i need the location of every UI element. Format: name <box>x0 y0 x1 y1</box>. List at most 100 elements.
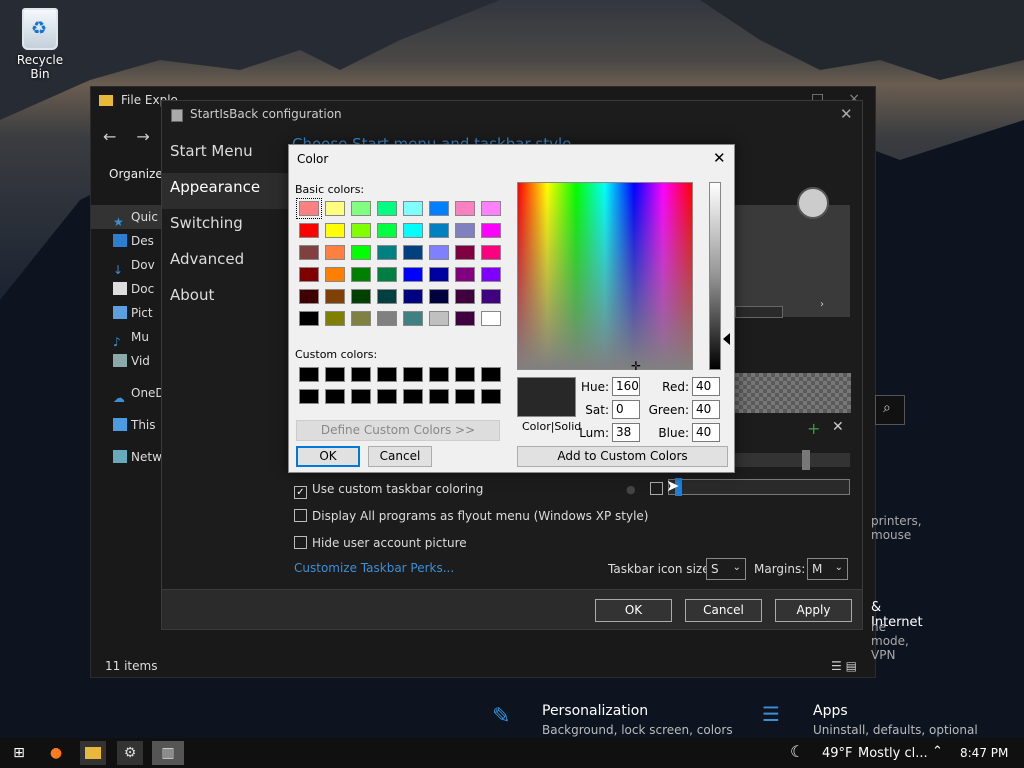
basic-color-swatch[interactable] <box>377 311 397 326</box>
basic-color-swatch[interactable] <box>377 201 397 216</box>
custom-color-swatch[interactable] <box>429 389 449 404</box>
basic-color-swatch[interactable] <box>455 201 475 216</box>
windows-start-icon[interactable]: ⊞ <box>6 741 32 765</box>
basic-color-swatch[interactable] <box>481 289 501 304</box>
sat-input[interactable]: 0 <box>612 400 640 419</box>
cancel-button[interactable]: Cancel <box>368 446 432 467</box>
basic-color-swatch[interactable] <box>299 289 319 304</box>
basic-color-swatch[interactable] <box>299 223 319 238</box>
basic-color-swatch[interactable] <box>377 245 397 260</box>
basic-color-swatch[interactable] <box>377 289 397 304</box>
basic-color-swatch[interactable] <box>481 245 501 260</box>
color-dialog[interactable]: Color ✕ Basic colors: Custom colors: Def… <box>288 144 735 473</box>
basic-color-swatch[interactable] <box>481 223 501 238</box>
basic-color-swatch[interactable] <box>325 201 345 216</box>
taskbar-color-slider[interactable] <box>668 478 850 496</box>
taskbar-icon-size-select[interactable]: S ⌄ <box>706 558 746 580</box>
checkbox-checked[interactable]: ✓ <box>294 486 307 499</box>
basic-color-swatch[interactable] <box>403 201 423 216</box>
basic-color-swatch[interactable] <box>351 245 371 260</box>
checkbox[interactable] <box>294 509 307 522</box>
hue-input[interactable]: 160 <box>612 377 640 396</box>
basic-color-swatch[interactable] <box>429 267 449 282</box>
chevron-up-icon[interactable]: ⌃ <box>932 744 943 759</box>
custom-color-swatch[interactable] <box>377 389 397 404</box>
luminance-bar[interactable] <box>709 182 721 370</box>
color-spectrum[interactable] <box>517 182 693 370</box>
luminance-arrow-icon[interactable] <box>723 333 730 345</box>
blue-input[interactable]: 40 <box>692 423 720 442</box>
basic-color-swatch[interactable] <box>429 289 449 304</box>
basic-color-swatch[interactable] <box>351 223 371 238</box>
clock-time[interactable]: 8:47 PM <box>960 746 1008 760</box>
apply-button[interactable]: Apply <box>775 599 852 622</box>
style-preview[interactable] <box>735 205 850 317</box>
basic-color-swatch[interactable] <box>455 267 475 282</box>
basic-color-swatch[interactable] <box>429 223 449 238</box>
basic-color-swatch[interactable] <box>351 267 371 282</box>
close-icon[interactable]: ✕ <box>713 149 726 167</box>
ok-button[interactable]: OK <box>296 446 360 467</box>
nav-start-menu[interactable]: Start Menu <box>162 137 289 173</box>
add-to-custom-colors-button[interactable]: Add to Custom Colors <box>517 446 728 467</box>
basic-color-swatch[interactable] <box>403 311 423 326</box>
basic-color-swatch[interactable] <box>403 267 423 282</box>
weather-temp[interactable]: 49°F <box>822 746 853 761</box>
remove-icon[interactable]: ✕ <box>832 419 844 435</box>
basic-color-swatch[interactable] <box>299 311 319 326</box>
custom-color-swatch[interactable] <box>403 389 423 404</box>
custom-color-swatch[interactable] <box>455 367 475 382</box>
basic-color-swatch[interactable] <box>429 311 449 326</box>
basic-color-swatch[interactable] <box>325 311 345 326</box>
basic-color-swatch[interactable] <box>403 245 423 260</box>
custom-color-swatch[interactable] <box>481 367 501 382</box>
basic-color-swatch[interactable] <box>351 311 371 326</box>
basic-color-swatch[interactable] <box>429 245 449 260</box>
basic-color-swatch[interactable] <box>455 223 475 238</box>
checkbox[interactable] <box>294 536 307 549</box>
basic-color-swatch[interactable] <box>455 311 475 326</box>
basic-color-swatch[interactable] <box>325 267 345 282</box>
firefox-icon[interactable]: ● <box>43 741 69 765</box>
weather-desc[interactable]: Mostly cl... <box>858 746 928 761</box>
custom-color-swatch[interactable] <box>325 389 345 404</box>
basic-color-swatch[interactable] <box>351 201 371 216</box>
option-custom-taskbar-coloring[interactable]: ✓ Use custom taskbar coloring <box>294 481 483 499</box>
basic-color-swatch[interactable] <box>455 245 475 260</box>
basic-color-swatch[interactable] <box>429 201 449 216</box>
custom-color-swatch[interactable] <box>351 367 371 382</box>
basic-color-swatch[interactable] <box>325 223 345 238</box>
basic-color-swatch[interactable] <box>299 245 319 260</box>
basic-color-swatch[interactable] <box>377 267 397 282</box>
settings-personalization[interactable]: Personalization Background, lock screen,… <box>542 703 733 737</box>
nav-appearance[interactable]: Appearance <box>162 173 289 209</box>
custom-color-swatch[interactable] <box>325 367 345 382</box>
cancel-button[interactable]: Cancel <box>685 599 762 622</box>
add-icon[interactable]: + <box>807 419 820 438</box>
basic-color-swatch[interactable] <box>403 223 423 238</box>
custom-color-swatch[interactable] <box>299 389 319 404</box>
custom-color-swatch[interactable] <box>429 367 449 382</box>
view-toggle-icons[interactable]: ☰ ▤ <box>831 659 857 673</box>
basic-color-swatch[interactable] <box>299 267 319 282</box>
custom-color-swatch[interactable] <box>299 367 319 382</box>
basic-color-swatch[interactable] <box>351 289 371 304</box>
nav-arrows[interactable]: ←→ <box>103 127 170 146</box>
custom-color-swatch[interactable] <box>351 389 371 404</box>
recycle-bin-icon[interactable]: Recycle Bin <box>6 8 74 81</box>
basic-color-swatch[interactable] <box>403 289 423 304</box>
taskbar-color-swatch[interactable] <box>650 482 663 495</box>
slider-thumb[interactable] <box>802 450 810 470</box>
define-custom-colors-button[interactable]: Define Custom Colors >> <box>296 420 500 441</box>
green-input[interactable]: 40 <box>692 400 720 419</box>
close-icon[interactable]: ✕ <box>840 105 853 123</box>
custom-color-swatch[interactable] <box>481 389 501 404</box>
custom-color-swatch[interactable] <box>403 367 423 382</box>
organize-button[interactable]: Organize <box>109 167 163 181</box>
red-input[interactable]: 40 <box>692 377 720 396</box>
nav-advanced[interactable]: Advanced <box>162 245 289 281</box>
option-flyout-menu[interactable]: Display All programs as flyout menu (Win… <box>294 508 648 524</box>
custom-color-swatch[interactable] <box>377 367 397 382</box>
ok-button[interactable]: OK <box>595 599 672 622</box>
option-hide-user-picture[interactable]: Hide user account picture <box>294 535 467 551</box>
